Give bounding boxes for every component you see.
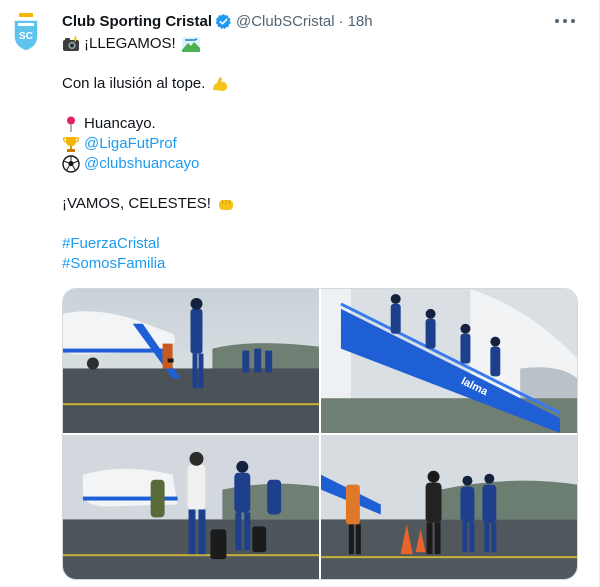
camera-flash-emoji (63, 35, 79, 51)
separator-dot: · (338, 12, 344, 30)
tweet[interactable]: SC Club Sporting Cristal @ClubSCristal ·… (0, 0, 600, 587)
verified-badge-icon (215, 13, 231, 29)
photo-boarding-stairs[interactable]: lalma (321, 289, 577, 433)
trophy-emoji (62, 137, 80, 152)
photo-plane-tarmac[interactable] (63, 289, 319, 433)
media-grid: lalma (62, 288, 578, 580)
tweet-line-illusion: Con la ilusión al tope. (62, 75, 206, 92)
tweet-header: Club Sporting Cristal @ClubSCristal · 18… (62, 12, 373, 30)
user-handle[interactable]: @ClubSCristal (236, 13, 335, 30)
flexed-biceps-emoji (213, 77, 228, 91)
mention-clubshuancayo[interactable]: @clubshuancayo (84, 154, 199, 174)
display-name[interactable]: Club Sporting Cristal (62, 13, 212, 30)
avatar[interactable]: SC (12, 12, 40, 52)
oncoming-fist-emoji (218, 200, 233, 210)
photo-players-luggage[interactable] (63, 435, 319, 579)
hashtag-somosfamilia[interactable]: #SomosFamilia (62, 254, 165, 274)
round-pushpin-emoji (67, 116, 75, 132)
tweet-text: ¡LLEGAMOS! Con la ilusión al tope. Huanc… (62, 34, 572, 274)
mention-ligafutprof[interactable]: @LigaFutProf (84, 134, 177, 154)
photo-players-walking[interactable] (321, 435, 577, 579)
tweet-line-arrival: ¡LLEGAMOS! (84, 35, 176, 52)
club-crest-icon: SC (13, 13, 39, 52)
location-text: Huancayo. (84, 115, 156, 132)
hashtag-fuerzacristal[interactable]: #FuerzaCristal (62, 234, 160, 254)
more-options-icon[interactable] (555, 12, 575, 30)
soccer-ball-emoji (62, 155, 80, 173)
mountain-plane-emoji (181, 37, 200, 52)
svg-text:SC: SC (19, 31, 33, 42)
tweet-timestamp[interactable]: 18h (348, 13, 373, 30)
tweet-line-cheer: ¡VAMOS, CELESTES! (62, 195, 211, 212)
